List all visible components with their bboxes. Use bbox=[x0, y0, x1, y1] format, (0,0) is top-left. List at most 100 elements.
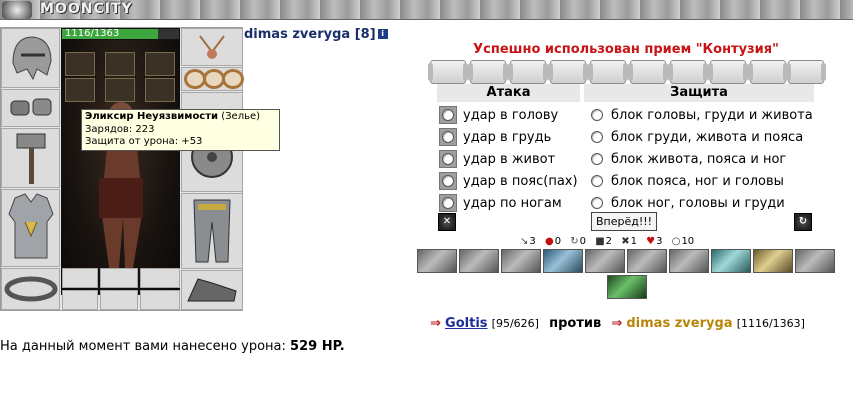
rune-slot-2[interactable] bbox=[100, 268, 138, 288]
shield-icon: ■ bbox=[595, 236, 605, 247]
amulet-slot[interactable] bbox=[181, 28, 243, 66]
attack-radio[interactable] bbox=[442, 175, 454, 187]
versus-line: ⇒ Goltis [95/626] против ⇒ dimas zveryga… bbox=[430, 316, 805, 331]
leggings-slot[interactable] bbox=[181, 193, 243, 269]
potion-slot-1[interactable] bbox=[65, 52, 95, 76]
brand-title: MOONCITY bbox=[40, 1, 133, 17]
refresh-icon[interactable]: ↻ bbox=[794, 213, 812, 231]
damage-value: 529 HP. bbox=[290, 339, 345, 354]
scroll-slot[interactable] bbox=[548, 60, 588, 84]
armor-icon bbox=[7, 193, 54, 259]
scroll-slot[interactable] bbox=[468, 60, 508, 84]
helmet-icon bbox=[11, 36, 52, 81]
damage-text: На данный момент вами нанесено урона: bbox=[0, 339, 286, 354]
stat-crits: ●0 bbox=[544, 236, 562, 247]
blood-drop-icon: ● bbox=[544, 236, 554, 247]
boots-icon bbox=[187, 278, 237, 302]
rune-slot-1[interactable] bbox=[62, 268, 98, 288]
top-banner: MOONCITY bbox=[0, 0, 853, 20]
potion-slot-5[interactable] bbox=[105, 78, 135, 102]
attack-option-waist[interactable]: удар в пояс(пах) bbox=[437, 170, 580, 192]
trick-icon[interactable] bbox=[607, 275, 647, 299]
counter-icon: ↻ bbox=[570, 236, 579, 247]
trick-icon[interactable] bbox=[543, 249, 583, 273]
character-level: [8] bbox=[354, 27, 376, 42]
scroll-slot[interactable] bbox=[628, 60, 668, 84]
spirit-icon: ○ bbox=[671, 236, 681, 247]
trick-icon[interactable] bbox=[753, 249, 793, 273]
bracers-icon bbox=[10, 98, 51, 116]
battle-message: Успешно использован прием "Контузия" bbox=[473, 42, 779, 57]
potion-slot-3[interactable] bbox=[145, 52, 175, 76]
attack-option-legs[interactable]: удар по ногам bbox=[437, 192, 580, 214]
attack-option-head[interactable]: удар в голову bbox=[437, 104, 580, 126]
boots-slot[interactable] bbox=[181, 270, 243, 310]
scroll-slot[interactable] bbox=[428, 60, 468, 84]
trick-icon[interactable] bbox=[795, 249, 835, 273]
arrow-right-icon: ⇒ bbox=[430, 316, 441, 331]
attack-radio[interactable] bbox=[442, 153, 454, 165]
belt-icon bbox=[4, 276, 57, 302]
attack-radio[interactable] bbox=[442, 197, 454, 209]
scroll-slot-2[interactable] bbox=[100, 290, 138, 310]
scroll-slot[interactable] bbox=[748, 60, 788, 84]
trick-icon[interactable] bbox=[501, 249, 541, 273]
defense-radio[interactable] bbox=[591, 197, 603, 209]
damage-summary: На данный момент вами нанесено урона: 52… bbox=[0, 339, 345, 354]
scroll-slot[interactable] bbox=[708, 60, 748, 84]
attack-header: Атака bbox=[437, 84, 580, 102]
attack-radio[interactable] bbox=[442, 109, 454, 121]
stat-blocks: ■2 bbox=[595, 236, 613, 247]
go-button[interactable]: Вперёд!!! bbox=[591, 212, 657, 231]
sword-icon: ↘ bbox=[520, 236, 529, 247]
defense-option-2[interactable]: блок груди, живота и пояса bbox=[591, 126, 821, 148]
trick-icon[interactable] bbox=[669, 249, 709, 273]
attack-option-chest[interactable]: удар в грудь bbox=[437, 126, 580, 148]
potion-slot-6[interactable] bbox=[145, 78, 175, 102]
tooltip-item-name: Эликсир Неуязвимости bbox=[85, 111, 219, 122]
trick-icon[interactable] bbox=[459, 249, 499, 273]
trick-icon[interactable] bbox=[627, 249, 667, 273]
bracers-slot[interactable] bbox=[1, 89, 60, 127]
defense-option-1[interactable]: блок головы, груди и живота bbox=[591, 104, 821, 126]
character-panel: 1116/1363 bbox=[0, 27, 244, 311]
attack-option-belly[interactable]: удар в живот bbox=[437, 148, 580, 170]
player-link[interactable]: Goltis bbox=[445, 316, 487, 331]
armor-slot[interactable] bbox=[1, 189, 60, 267]
defense-option-5[interactable]: блок ног, головы и груди bbox=[591, 192, 821, 214]
scroll-bar bbox=[426, 60, 826, 84]
scroll-slot-3[interactable] bbox=[140, 290, 180, 310]
scroll-slot-1[interactable] bbox=[62, 290, 98, 310]
potion-slot-2[interactable] bbox=[105, 52, 135, 76]
trick-icon[interactable] bbox=[585, 249, 625, 273]
scroll-slot[interactable] bbox=[668, 60, 708, 84]
cancel-x-icon[interactable]: ✕ bbox=[438, 213, 456, 231]
helmet-slot[interactable] bbox=[1, 28, 60, 88]
potion-slot-4[interactable] bbox=[65, 78, 95, 102]
attack-radio[interactable] bbox=[442, 131, 454, 143]
defense-option-3[interactable]: блок живота, пояса и ног bbox=[591, 148, 821, 170]
defense-radio[interactable] bbox=[591, 109, 603, 121]
defense-radio[interactable] bbox=[591, 153, 603, 165]
heart-icon: ♥ bbox=[646, 236, 656, 247]
trick-icon[interactable] bbox=[711, 249, 751, 273]
tooltip-protection: Защита от урона: +53 bbox=[85, 136, 203, 147]
info-icon[interactable]: i bbox=[377, 29, 388, 39]
trick-icon[interactable] bbox=[417, 249, 457, 273]
opponent-name[interactable]: dimas zveryga bbox=[626, 316, 732, 331]
rune-slot-3[interactable] bbox=[140, 268, 180, 288]
belt-slot[interactable] bbox=[1, 268, 60, 310]
rings-slot[interactable] bbox=[181, 67, 244, 91]
cross-icon: ✖ bbox=[621, 236, 630, 247]
defense-radio[interactable] bbox=[591, 131, 603, 143]
hp-bar: 1116/1363 bbox=[61, 28, 180, 40]
defense-radio[interactable] bbox=[591, 175, 603, 187]
weapon-slot[interactable] bbox=[1, 128, 60, 188]
versus-word: против bbox=[549, 316, 602, 331]
item-tooltip: Эликсир Неуязвимости (Зелье) Зарядов: 22… bbox=[81, 109, 280, 151]
scroll-slot[interactable] bbox=[508, 60, 548, 84]
arrow-right-icon: ⇒ bbox=[611, 316, 623, 331]
scroll-slot[interactable] bbox=[786, 60, 826, 84]
defense-option-4[interactable]: блок пояса, ног и головы bbox=[591, 170, 821, 192]
scroll-slot[interactable] bbox=[588, 60, 628, 84]
